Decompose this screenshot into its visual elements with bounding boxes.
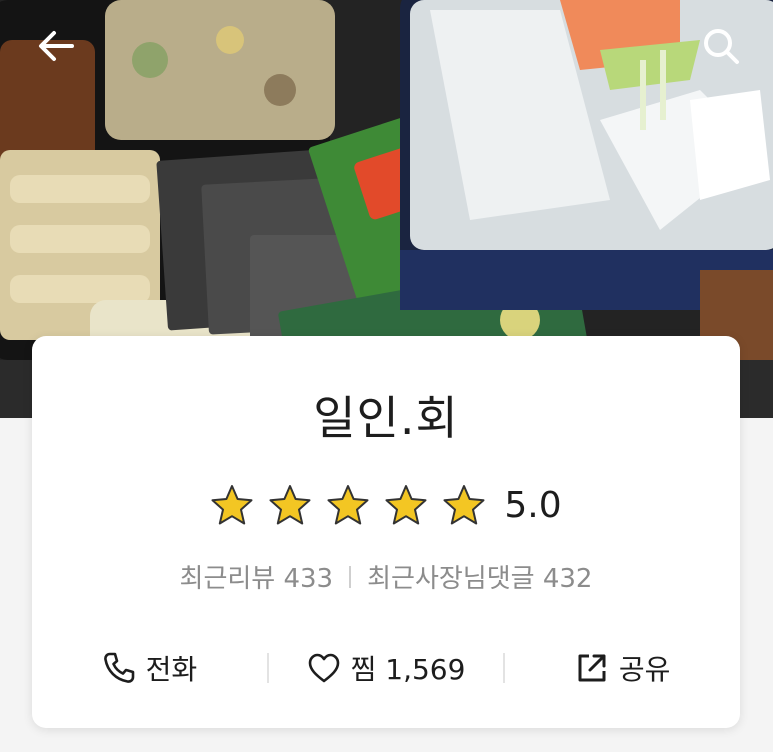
store-name: 일인.회 [313,391,459,445]
back-button[interactable] [32,22,80,70]
rating-row: 5.0 [32,484,740,526]
arrow-left-icon [39,31,74,61]
star-icon [385,485,427,525]
heart-icon [308,653,339,683]
star-icon [327,485,369,525]
call-label: 전화 [145,653,198,686]
recent-reviews-link[interactable]: 최근리뷰 433 [180,558,334,595]
search-icon [704,29,739,64]
rating-score: 5.0 [504,484,562,526]
star-icon [269,485,311,525]
share-label: 공유 [618,653,671,686]
store-info-card: 일인.회 5.0 최근리뷰 433 최근사장님댓글 432 전화 찜 1,569… [32,336,740,728]
call-button[interactable]: 전화 [32,648,267,688]
share-button[interactable]: 공유 [505,648,740,688]
phone-icon [103,652,134,683]
search-button[interactable] [697,22,745,70]
share-icon [578,654,606,682]
action-bar: 전화 찜 1,569 공유 [32,636,740,700]
review-meta: 최근리뷰 433 최근사장님댓글 432 [32,558,740,595]
star-icon [211,485,253,525]
meta-divider [349,565,352,588]
like-button[interactable]: 찜 1,569 [269,648,504,688]
owner-comments-link[interactable]: 최근사장님댓글 432 [367,558,592,595]
like-count-label: 찜 1,569 [350,653,466,686]
star-icon [443,485,485,525]
